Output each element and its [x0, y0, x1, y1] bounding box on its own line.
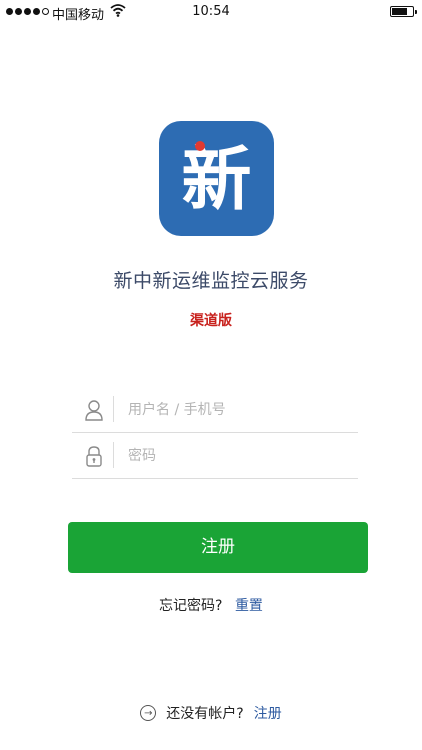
signup-row: → 还没有帐户? 注册: [0, 703, 422, 723]
battery-icon: [390, 6, 417, 17]
field-divider: [113, 442, 114, 468]
forgot-password-row: 忘记密码? 重置: [0, 595, 422, 615]
logo-dot: [195, 141, 205, 151]
edition-label: 渠道版: [190, 313, 232, 329]
app-title: 新中新运维监控云服务: [113, 270, 309, 292]
battery-level: [392, 8, 407, 15]
signup-link[interactable]: 注册: [254, 703, 282, 723]
user-icon: [85, 400, 103, 421]
no-account-text: 还没有帐户?: [166, 706, 244, 722]
clock: 10:54: [192, 4, 230, 19]
lock-icon: [86, 446, 102, 467]
register-button[interactable]: 注册: [68, 522, 368, 573]
status-bar: 中国移动 10:54: [0, 0, 422, 26]
field-divider: [113, 396, 114, 422]
arrow-right-circle-icon: →: [140, 705, 157, 721]
password-field: [72, 434, 358, 479]
logo-glyph: 新: [181, 138, 252, 220]
username-input[interactable]: [128, 396, 348, 424]
app-logo: 新: [159, 121, 274, 236]
forgot-password-text: 忘记密码?: [159, 598, 223, 614]
reset-password-link[interactable]: 重置: [235, 598, 263, 614]
password-input[interactable]: [128, 442, 348, 470]
username-field: [72, 388, 358, 433]
